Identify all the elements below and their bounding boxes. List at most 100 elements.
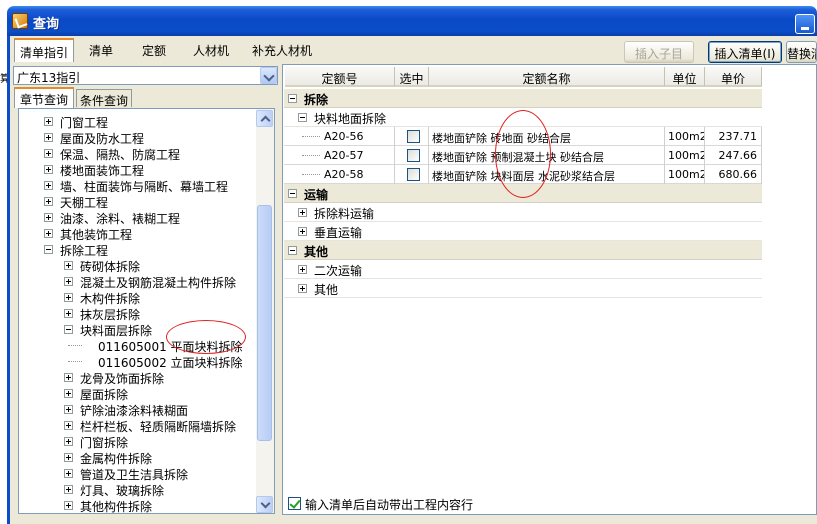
tab-list-guide[interactable]: 清单指引	[14, 38, 74, 62]
subgroup-row[interactable]: 其他	[284, 279, 762, 298]
expand-plus-icon[interactable]	[44, 133, 53, 142]
expand-plus-icon[interactable]	[64, 469, 73, 478]
annotation-ellipse	[495, 110, 551, 198]
window-title: 查询	[33, 17, 60, 32]
subgroup-row[interactable]: 垂直运输	[284, 222, 762, 241]
group-row[interactable]: 其他	[284, 241, 762, 260]
tree-connector	[68, 345, 82, 346]
title-bar[interactable]	[7, 6, 817, 36]
select-checkbox[interactable]	[407, 168, 420, 181]
tree-item-label: 灯具、玻璃拆除	[80, 484, 165, 498]
tab-materials[interactable]: 人材机	[182, 38, 240, 60]
expand-plus-icon[interactable]	[298, 227, 307, 236]
expand-plus-icon[interactable]	[64, 309, 73, 318]
group-label: 其他	[304, 245, 329, 259]
expand-plus-icon[interactable]	[64, 261, 73, 270]
subgroup-row[interactable]: 二次运输	[284, 260, 762, 279]
group-label: 运输	[304, 188, 329, 202]
app-icon	[12, 13, 28, 29]
tree-item-label: 金属构件拆除	[80, 452, 153, 466]
tree-item-label: 天棚工程	[60, 196, 109, 210]
expand-plus-icon[interactable]	[64, 373, 73, 382]
tree-item-label: 门窗工程	[60, 116, 109, 130]
insert-child-button[interactable]: 插入子目	[624, 41, 694, 63]
collapse-minus-icon[interactable]	[298, 113, 307, 122]
expand-plus-icon[interactable]	[44, 197, 53, 206]
tab-chapter-query[interactable]: 章节查询	[14, 87, 74, 108]
expand-plus-icon[interactable]	[298, 265, 307, 274]
tab-list[interactable]: 清单	[78, 38, 124, 60]
tree-item-label: 抹灰层拆除	[80, 308, 141, 322]
column-header-price[interactable]: 单价	[705, 67, 762, 87]
group-row[interactable]: 拆除	[284, 89, 762, 108]
replace-button[interactable]: 替换清	[786, 41, 817, 63]
tree-item-label: 铲除油漆涂料裱糊面	[80, 404, 189, 418]
tree-item-label: 管道及卫生洁具拆除	[80, 468, 189, 482]
expand-plus-icon[interactable]	[64, 421, 73, 430]
scroll-thumb[interactable]	[257, 205, 272, 441]
expand-plus-icon[interactable]	[64, 453, 73, 462]
insert-list-button[interactable]: 插入清单(I)	[708, 41, 782, 63]
tree-scrollbar[interactable]	[256, 109, 274, 513]
tree-item-label: 块料面层拆除	[80, 324, 153, 338]
chevron-down-icon[interactable]	[260, 67, 277, 84]
expand-plus-icon[interactable]	[64, 293, 73, 302]
tree-item-label: 保温、隔热、防腐工程	[60, 148, 181, 162]
cell-unit: 100m2	[665, 165, 705, 184]
expand-plus-icon[interactable]	[44, 149, 53, 158]
tree-item-label: 木构件拆除	[80, 292, 141, 306]
expand-plus-icon[interactable]	[44, 181, 53, 190]
column-header-code[interactable]: 定额号	[285, 67, 395, 87]
expand-plus-icon[interactable]	[64, 501, 73, 510]
cell-price: 680.66	[705, 165, 762, 184]
expand-plus-icon[interactable]	[298, 284, 307, 293]
expand-plus-icon[interactable]	[298, 208, 307, 217]
subgroup-label: 垂直运输	[314, 226, 363, 240]
expand-plus-icon[interactable]	[44, 229, 53, 238]
tab-condition-query[interactable]: 条件查询	[76, 89, 132, 108]
cell-code: A20-57	[284, 146, 395, 165]
subgroup-row[interactable]: 拆除料运输	[284, 203, 762, 222]
expand-plus-icon[interactable]	[64, 485, 73, 494]
tree-connector	[68, 361, 82, 362]
guide-select[interactable]: 广东13指引	[13, 66, 278, 85]
scroll-down-icon[interactable]	[256, 496, 273, 513]
column-header-name[interactable]: 定额名称	[429, 67, 665, 87]
collapse-minus-icon[interactable]	[288, 189, 297, 198]
column-header-select[interactable]: 选中	[395, 67, 429, 87]
subgroup-label: 块料地面拆除	[314, 112, 387, 126]
cell-code: A20-58	[284, 165, 395, 184]
tree-item-label: 屋面及防水工程	[60, 132, 145, 146]
cell-select	[395, 165, 429, 184]
expand-plus-icon[interactable]	[44, 117, 53, 126]
collapse-minus-icon[interactable]	[44, 245, 53, 254]
expand-plus-icon[interactable]	[64, 277, 73, 286]
select-checkbox[interactable]	[407, 130, 420, 143]
tree-item-label: 011605002 立面块料拆除	[98, 356, 243, 370]
group-label: 拆除	[304, 93, 329, 107]
expand-plus-icon[interactable]	[64, 389, 73, 398]
collapse-minus-icon[interactable]	[288, 246, 297, 255]
background-window-fragment: 算	[0, 74, 7, 85]
auto-content-checkbox[interactable]	[288, 497, 301, 510]
tree-item-label: 拆除工程	[60, 244, 109, 258]
cell-select	[395, 146, 429, 165]
expand-plus-icon[interactable]	[64, 405, 73, 414]
column-header-unit[interactable]: 单位	[665, 67, 705, 87]
tree-item-label: 门窗拆除	[80, 436, 129, 450]
scroll-up-icon[interactable]	[256, 110, 273, 127]
cell-price: 237.71	[705, 127, 762, 146]
collapse-minus-icon[interactable]	[64, 325, 73, 334]
expand-plus-icon[interactable]	[44, 165, 53, 174]
auto-content-label: 输入清单后自动带出工程内容行	[305, 498, 474, 512]
select-checkbox[interactable]	[407, 149, 420, 162]
tree-item-label: 楼地面装饰工程	[60, 164, 145, 178]
subgroup-label: 二次运输	[314, 264, 363, 278]
cell-select	[395, 127, 429, 146]
minimize-button[interactable]	[795, 14, 815, 34]
tab-extra-materials[interactable]: 补充人材机	[244, 38, 320, 60]
tab-quota[interactable]: 定额	[130, 38, 178, 60]
expand-plus-icon[interactable]	[44, 213, 53, 222]
collapse-minus-icon[interactable]	[288, 94, 297, 103]
expand-plus-icon[interactable]	[64, 437, 73, 446]
